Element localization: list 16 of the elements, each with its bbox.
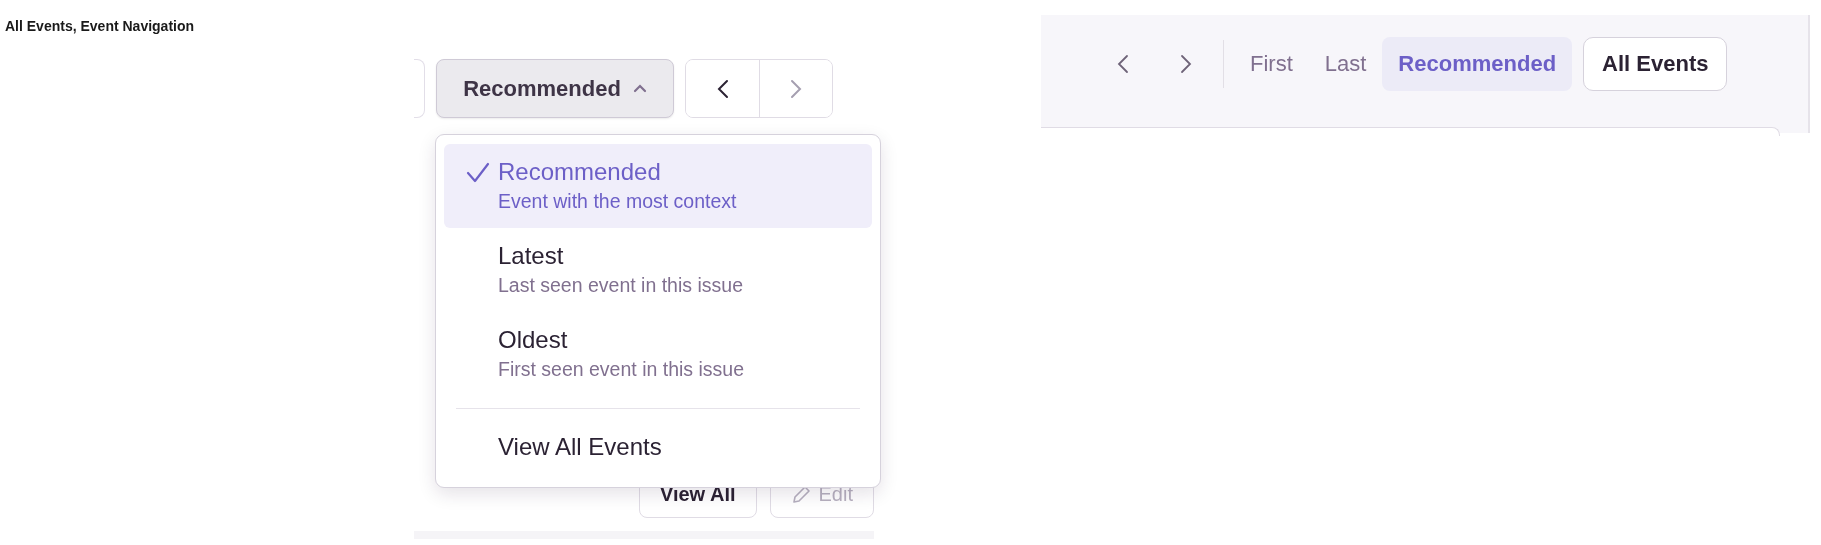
event-tab[interactable]: Last [1308, 37, 1383, 91]
control-edge [414, 59, 425, 118]
all-events-button[interactable]: All Events [1583, 37, 1728, 91]
checkmark-icon [466, 162, 490, 184]
page-title: All Events, Event Navigation [5, 18, 195, 34]
chevron-left-icon [1116, 54, 1129, 74]
menu-option[interactable]: Latest Last seen event in this issue [444, 228, 872, 312]
event-tab[interactable]: First [1234, 37, 1309, 91]
chevron-right-icon [1179, 54, 1192, 74]
menu-option[interactable]: Oldest First seen event in this issue [444, 312, 872, 396]
sort-dropdown[interactable]: Recommended [436, 59, 674, 118]
menu-option[interactable]: Recommended Event with the most context [444, 144, 872, 228]
event-tab[interactable]: Recommended [1382, 37, 1573, 91]
chevron-right-icon [790, 78, 802, 99]
chevron-icon [632, 84, 647, 93]
chevron-left-icon [716, 78, 729, 99]
